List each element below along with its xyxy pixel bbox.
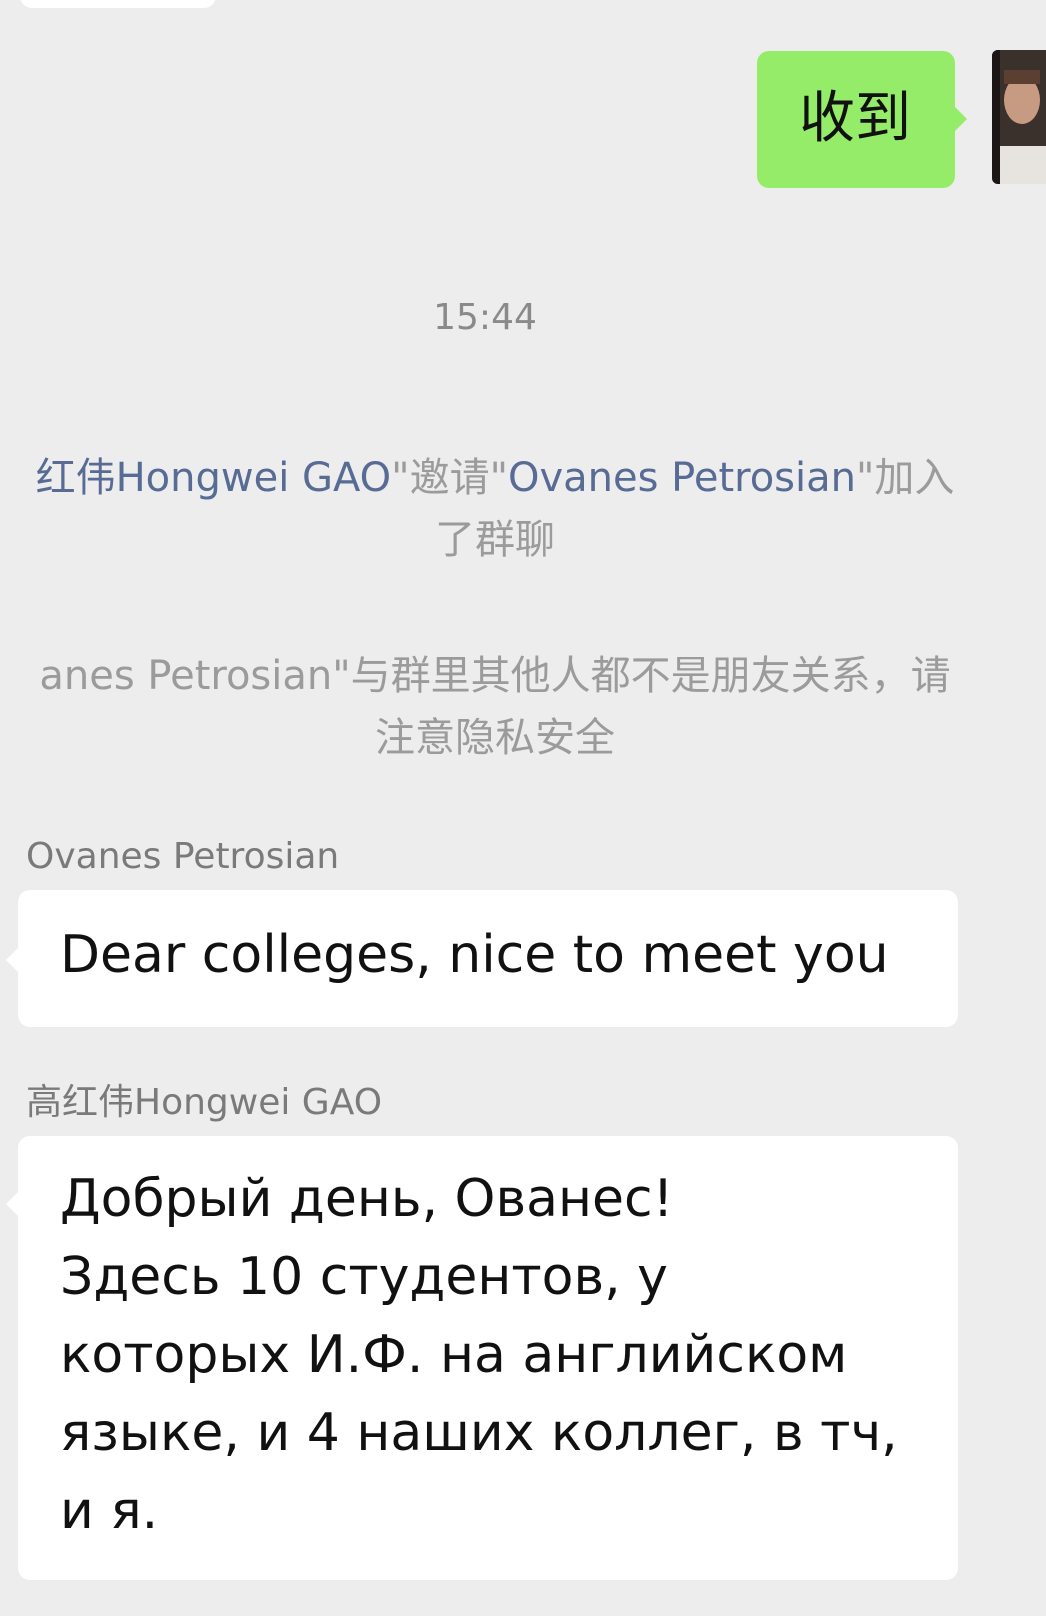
user-avatar-image[interactable] [992, 50, 1046, 184]
message-bubble-incoming[interactable]: Dear colleges, nice to meet you [18, 890, 958, 1027]
message-line: языке, и 4 наших коллег, в тч, [60, 1403, 898, 1463]
message-bubble-incoming[interactable]: Добрый день, Ованес! Здесь 10 студентов,… [18, 1136, 958, 1580]
system-invite-line1: 红伟Hongwei GAO"邀请"Ovanes Petrosian"加入 [0, 447, 1018, 509]
bubble-tail [955, 107, 967, 131]
privacy-line1: anes Petrosian"与群里其他人都不是朋友关系，请 [39, 653, 951, 699]
message-timestamp: 15:44 [433, 297, 537, 338]
inviter-link[interactable]: 红伟Hongwei GAO [36, 455, 392, 501]
invitee-link[interactable]: Ovanes Petrosian [508, 455, 856, 501]
sender-name: 高红伟Hongwei GAO [26, 1082, 383, 1123]
message-text: Dear colleges, nice to meet you [60, 925, 889, 985]
message-bubble-outgoing[interactable]: 收到 [757, 51, 955, 188]
message-text: 收到 [799, 86, 911, 151]
invite-suffix: "加入 [856, 455, 955, 501]
system-privacy-notice: anes Petrosian"与群里其他人都不是朋友关系，请 注意隐私安全 [0, 645, 1018, 769]
message-line: которых И.Ф. на английском [60, 1325, 848, 1385]
privacy-line2: 注意隐私安全 [375, 715, 615, 761]
message-line: Здесь 10 студентов, у [60, 1247, 668, 1307]
message-line: Добрый день, Ованес! [60, 1169, 674, 1229]
message-bubble-partial[interactable] [20, 0, 216, 8]
system-invite-line2: 了群聊 [435, 517, 555, 563]
sender-name: Ovanes Petrosian [26, 836, 340, 877]
system-invite-notice: 红伟Hongwei GAO"邀请"Ovanes Petrosian"加入 了群聊 [0, 447, 1018, 571]
bubble-tail [6, 948, 18, 972]
bubble-tail [6, 1192, 18, 1216]
message-text-block: Добрый день, Ованес! Здесь 10 студентов,… [60, 1160, 898, 1550]
invite-verb: "邀请" [391, 455, 508, 501]
message-line: и я. [60, 1481, 159, 1541]
avatar-icon [992, 50, 1046, 184]
